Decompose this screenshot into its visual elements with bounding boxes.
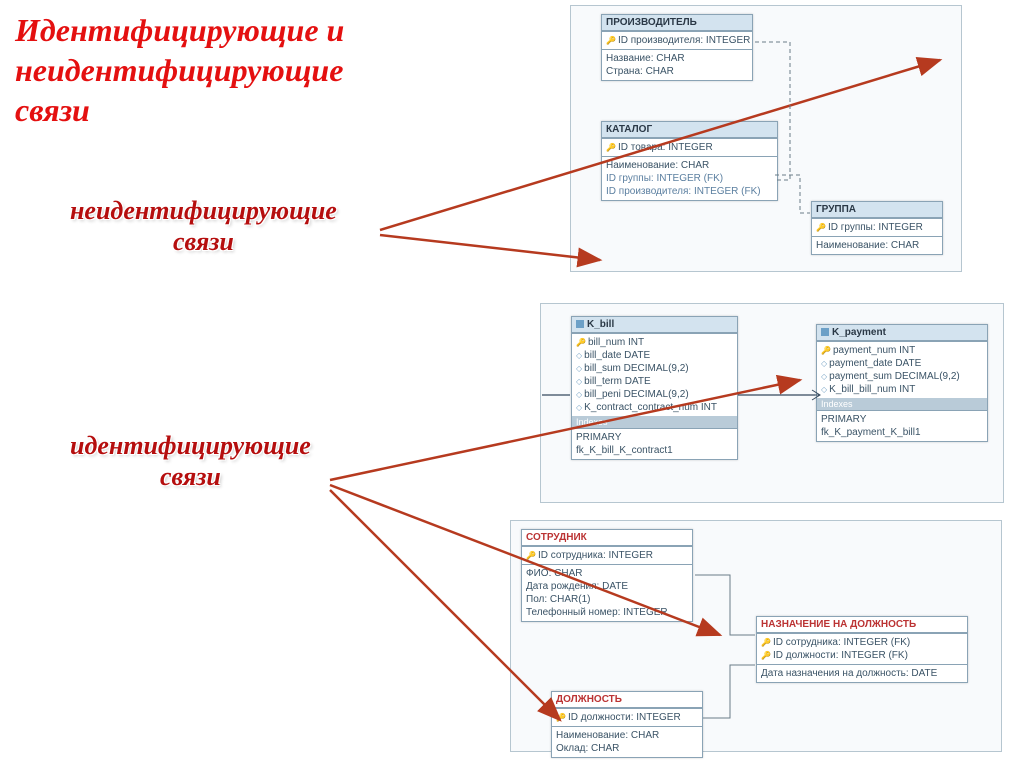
entity-title: ПРОИЗВОДИТЕЛЬ	[602, 15, 752, 31]
arrow-nonident-2	[380, 235, 600, 260]
label-nonidentifying: неидентифицирующиесвязи	[70, 195, 337, 257]
entity-assignment: НАЗНАЧЕНИЕ НА ДОЛЖНОСТЬ ID сотрудника: I…	[756, 616, 968, 683]
diagram-identifying-tables: K_bill bill_num INT bill_date DATE bill_…	[540, 303, 1004, 503]
entity-k-bill: K_bill bill_num INT bill_date DATE bill_…	[571, 316, 738, 460]
entity-producer: ПРОИЗВОДИТЕЛЬ ID производителя: INTEGER …	[601, 14, 753, 81]
entity-title: ГРУППА	[812, 202, 942, 218]
entity-employee: СОТРУДНИК ID сотрудника: INTEGER ФИО: CH…	[521, 529, 693, 622]
entity-group: ГРУППА ID группы: INTEGER Наименование: …	[811, 201, 943, 255]
entity-position: ДОЛЖНОСТЬ ID должности: INTEGER Наименов…	[551, 691, 703, 758]
table-icon	[821, 328, 829, 336]
table-icon	[576, 320, 584, 328]
diagram-nonident-entities: ПРОИЗВОДИТЕЛЬ ID производителя: INTEGER …	[570, 5, 962, 272]
entity-title: КАТАЛОГ	[602, 122, 777, 138]
label-identifying: идентифицирующиесвязи	[70, 430, 311, 492]
entity-k-payment: K_payment payment_num INT payment_date D…	[816, 324, 988, 442]
diagram-identifying-entities: СОТРУДНИК ID сотрудника: INTEGER ФИО: CH…	[510, 520, 1002, 752]
page-title: Идентифицирующие инеидентифицирующиесвяз…	[15, 10, 344, 130]
entity-catalog: КАТАЛОГ ID товара: INTEGER Наименование:…	[601, 121, 778, 201]
